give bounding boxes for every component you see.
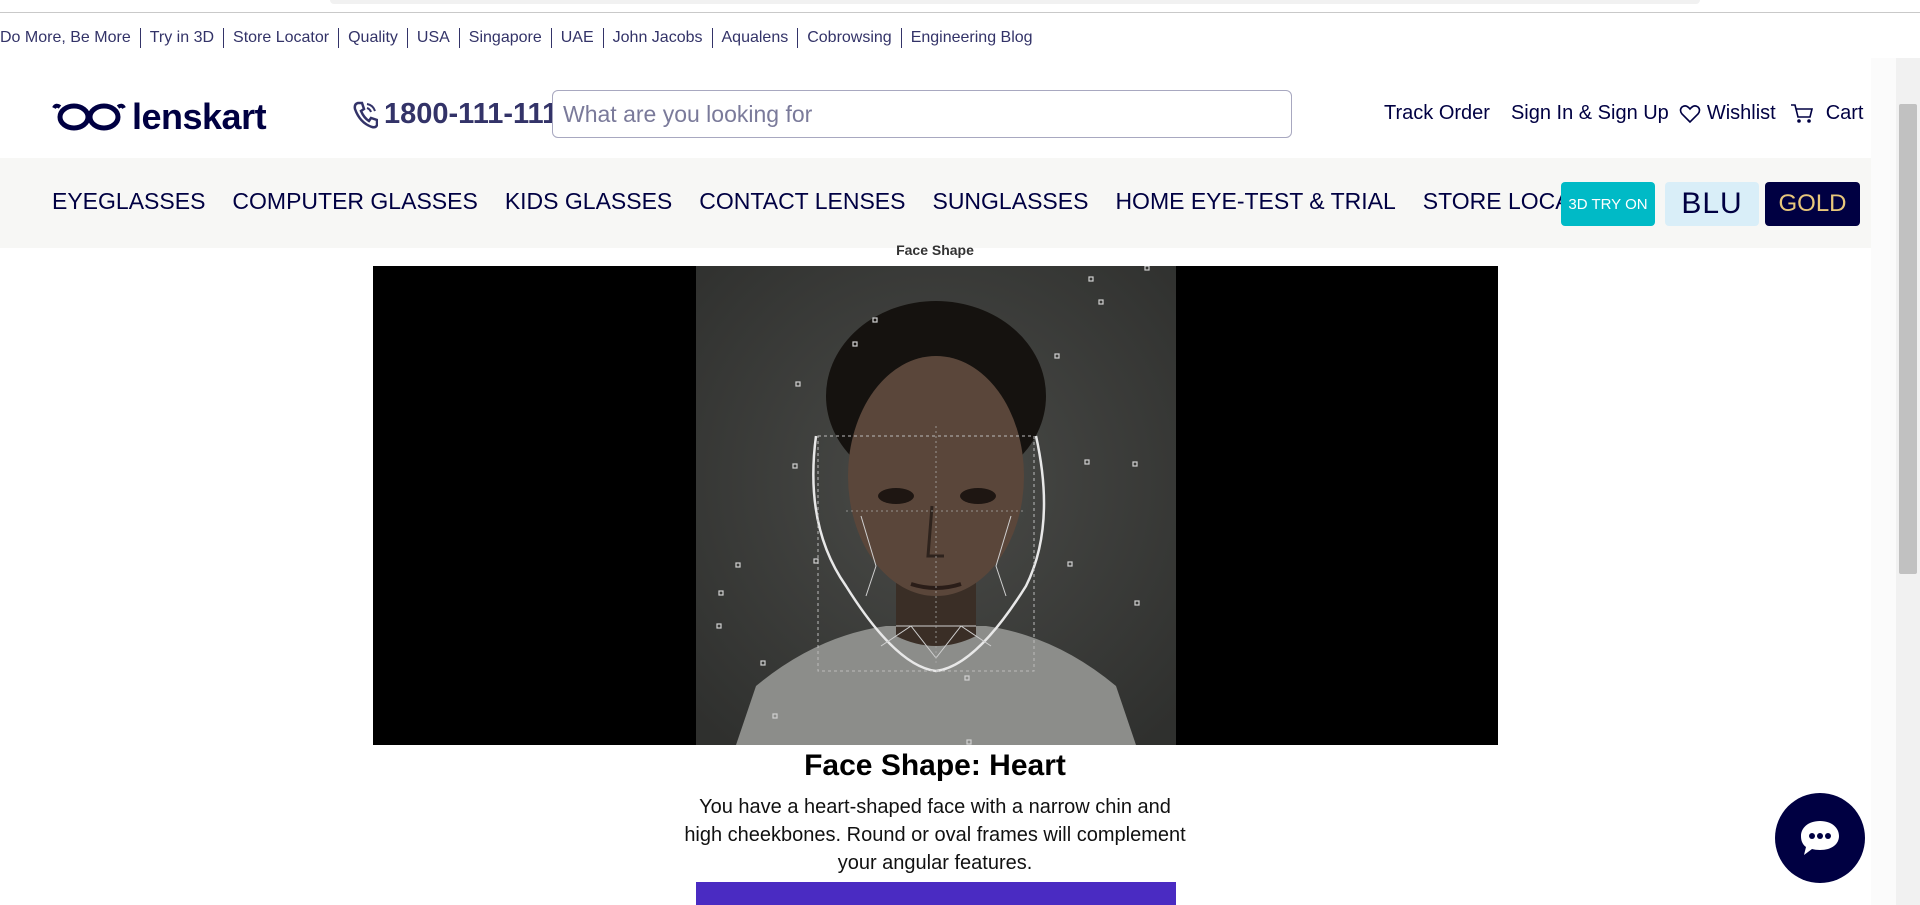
header-links: Track Order Sign In & Sign Up Wishlist C…: [1384, 102, 1864, 125]
util-link-usa[interactable]: USA: [408, 28, 460, 48]
nav-items: EYEGLASSES COMPUTER GLASSES KIDS GLASSES…: [52, 188, 1644, 215]
chat-button[interactable]: [1775, 793, 1865, 883]
track-order-link[interactable]: Track Order: [1384, 102, 1490, 125]
util-link-do-more[interactable]: Do More, Be More: [0, 28, 141, 48]
lenskart-logo[interactable]: lenskart: [52, 96, 267, 138]
wishlist-label: Wishlist: [1706, 102, 1776, 124]
nav-sunglasses[interactable]: SUNGLASSES: [932, 188, 1088, 215]
browser-top-strip: [0, 0, 1920, 13]
page-right-edge: [1871, 58, 1896, 905]
glasses-logo-icon: [52, 103, 126, 131]
sign-in-link[interactable]: Sign In & Sign Up: [1511, 102, 1669, 125]
cart-label: Cart: [1825, 102, 1864, 124]
nav-eyeglasses[interactable]: EYEGLASSES: [52, 188, 205, 215]
wishlist-link[interactable]: Wishlist: [1669, 102, 1776, 125]
top-strip-pill: [330, 0, 1700, 4]
util-link-uae[interactable]: UAE: [552, 28, 604, 48]
util-link-aqualens[interactable]: Aqualens: [713, 28, 799, 48]
search-input[interactable]: [552, 90, 1292, 138]
main-nav: EYEGLASSES COMPUTER GLASSES KIDS GLASSES…: [0, 158, 1871, 248]
cart-link[interactable]: Cart: [1776, 102, 1864, 125]
cart-icon: [1790, 103, 1813, 123]
face-mesh-overlay: [696, 266, 1176, 745]
utility-link-bar: Do More, Be More Try in 3D Store Locator…: [0, 22, 1042, 54]
logo-text: lenskart: [132, 96, 267, 137]
util-link-store-locator[interactable]: Store Locator: [224, 28, 340, 48]
nav-home-eye-test[interactable]: HOME EYE-TEST & TRIAL: [1115, 188, 1395, 215]
util-link-engineering-blog[interactable]: Engineering Blog: [902, 28, 1042, 48]
scrollbar-thumb[interactable]: [1899, 104, 1917, 574]
nav-kids-glasses[interactable]: KIDS GLASSES: [505, 188, 672, 215]
nav-computer-glasses[interactable]: COMPUTER GLASSES: [232, 188, 477, 215]
util-link-john-jacobs[interactable]: John Jacobs: [604, 28, 713, 48]
util-link-cobrowsing[interactable]: Cobrowsing: [798, 28, 902, 48]
nav-contact-lenses[interactable]: CONTACT LENSES: [699, 188, 905, 215]
gold-button[interactable]: GOLD: [1765, 182, 1860, 226]
result-description: You have a heart-shaped face with a narr…: [684, 796, 1186, 874]
face-shape-label: Face Shape: [896, 242, 974, 258]
util-link-singapore[interactable]: Singapore: [460, 28, 552, 48]
phone-text: 1800-111-111: [384, 98, 559, 130]
phone-number[interactable]: 1800-111-111: [352, 98, 558, 131]
util-link-quality[interactable]: Quality: [339, 28, 408, 48]
camera-viewport: [373, 266, 1498, 745]
3d-try-on-button[interactable]: 3D TRY ON: [1561, 182, 1655, 226]
blu-button[interactable]: BLU: [1665, 182, 1759, 226]
result-title: Face Shape: Heart: [804, 749, 1066, 782]
cta-button[interactable]: [696, 882, 1176, 905]
site-header: lenskart 1800-111-111 Track Order Sign I…: [0, 60, 1871, 158]
heart-icon: [1679, 104, 1701, 123]
camera-feed: [696, 266, 1176, 745]
chat-icon: [1801, 821, 1839, 855]
util-link-try-3d[interactable]: Try in 3D: [141, 28, 225, 48]
scrollbar[interactable]: [1896, 58, 1920, 905]
phone-icon: [353, 101, 378, 128]
